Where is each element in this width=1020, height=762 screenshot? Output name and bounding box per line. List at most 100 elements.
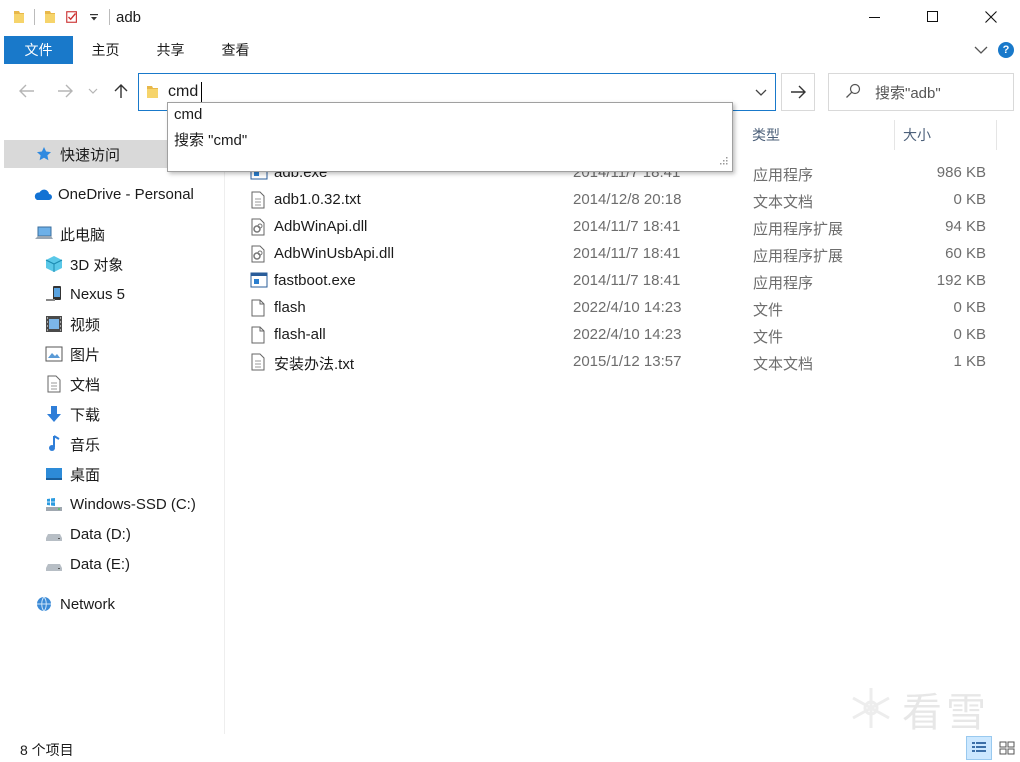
nav-item-onedrive[interactable]: OneDrive - Personal — [32, 180, 194, 208]
nav-item-pictures[interactable]: 图片 — [44, 340, 100, 368]
quick-access-toolbar — [0, 9, 110, 25]
up-button[interactable] — [110, 80, 132, 102]
folder-icon — [12, 9, 26, 25]
file-row[interactable]: fastboot.exe 2014/11/7 18:41 应用程序 192 KB — [242, 268, 1002, 295]
minimize-button[interactable] — [846, 0, 904, 34]
customize-dropdown-icon[interactable] — [87, 9, 101, 25]
nav-item-network[interactable]: Network — [34, 590, 115, 618]
large-icons-view-button[interactable] — [994, 736, 1020, 760]
item-count: 8 个项目 — [20, 742, 74, 758]
nav-label: 文档 — [70, 376, 101, 394]
nav-label: Network — [60, 595, 116, 613]
title-bar: adb — [0, 0, 1020, 34]
tab-home[interactable]: 主页 — [73, 36, 138, 64]
column-header-size[interactable]: 大小 — [903, 120, 931, 150]
file-row[interactable]: adb1.0.32.txt 2014/12/8 20:18 文本文档 0 KB — [242, 187, 1002, 214]
column-separator[interactable] — [894, 120, 895, 150]
go-button[interactable] — [781, 73, 815, 111]
properties-icon[interactable] — [65, 9, 79, 25]
cloud-icon — [32, 185, 52, 203]
column-separator[interactable] — [996, 120, 997, 150]
download-arrow-icon — [44, 405, 64, 423]
network-icon — [34, 595, 54, 613]
film-icon — [44, 315, 64, 333]
tab-file[interactable]: 文件 — [4, 36, 73, 64]
file-row[interactable]: flash-all 2022/4/10 14:23 文件 0 KB — [242, 322, 1002, 349]
file-row[interactable]: 安装办法.txt 2015/1/12 13:57 文本文档 1 KB — [242, 349, 1002, 376]
help-icon[interactable]: ? — [998, 42, 1014, 58]
txt-icon — [250, 191, 266, 210]
search-box[interactable]: 搜索"adb" — [828, 73, 1014, 111]
window-title: adb — [116, 8, 142, 26]
address-history-dropdown-icon[interactable] — [755, 84, 767, 100]
pane-divider — [224, 114, 225, 734]
column-header-type[interactable]: 类型 — [752, 120, 780, 150]
expand-ribbon-icon[interactable] — [974, 42, 988, 58]
file-row[interactable]: AdbWinUsbApi.dll 2014/11/7 18:41 应用程序扩展 … — [242, 241, 1002, 268]
watermark-text: 看雪 — [902, 690, 990, 736]
nav-item-desktop[interactable]: 桌面 — [44, 460, 100, 488]
nav-label: Data (E:) — [70, 555, 131, 573]
folder-icon[interactable] — [43, 9, 57, 25]
file-row[interactable]: AdbWinApi.dll 2014/11/7 18:41 应用程序扩展 94 … — [242, 214, 1002, 241]
maximize-button[interactable] — [904, 0, 962, 34]
suggestion-item[interactable]: cmd — [174, 106, 202, 123]
nav-label: OneDrive - Personal — [58, 185, 194, 203]
nav-label: 快速访问 — [60, 146, 121, 164]
snowflake-icon — [848, 685, 894, 734]
details-view-button[interactable] — [966, 736, 992, 760]
nav-item-documents[interactable]: 文档 — [44, 370, 100, 398]
nav-item-downloads[interactable]: 下载 — [44, 400, 100, 428]
drive-icon — [44, 555, 64, 573]
ribbon-tabs: 文件 主页 共享 查看 ? — [0, 36, 1020, 64]
toolbar-separator — [109, 9, 110, 25]
nav-item-music[interactable]: 音乐 — [44, 430, 100, 458]
tab-share[interactable]: 共享 — [138, 36, 203, 64]
nav-item-nexus-5[interactable]: Nexus 5 — [44, 280, 125, 308]
file-row[interactable]: flash 2022/4/10 14:23 文件 0 KB — [242, 295, 1002, 322]
nav-label: Windows-SSD (C:) — [70, 495, 196, 513]
nav-item-drive-e[interactable]: Data (E:) — [44, 550, 130, 578]
desktop-icon — [44, 465, 64, 483]
picture-icon — [44, 345, 64, 363]
nav-item-drive-d[interactable]: Data (D:) — [44, 520, 131, 548]
close-button[interactable] — [962, 0, 1020, 34]
nav-label: 3D 对象 — [70, 256, 124, 274]
nav-item-quick-access[interactable]: 快速访问 — [4, 140, 167, 168]
forward-button[interactable] — [54, 80, 76, 102]
nav-item-drive-c[interactable]: Windows-SSD (C:) — [44, 490, 196, 518]
back-button[interactable] — [16, 80, 38, 102]
status-bar: 8 个项目 — [0, 734, 1020, 762]
nav-label: 桌面 — [70, 466, 101, 484]
toolbar-separator — [34, 9, 35, 25]
recent-locations-dropdown[interactable] — [86, 80, 100, 102]
txt-icon — [250, 353, 266, 372]
windows-drive-icon — [44, 495, 64, 513]
folder-icon — [146, 84, 160, 103]
nav-label: 下载 — [70, 406, 101, 424]
search-icon — [845, 83, 861, 102]
phone-icon — [44, 285, 64, 303]
search-placeholder: 搜索"adb" — [875, 84, 941, 102]
music-note-icon — [44, 435, 64, 453]
nav-item-videos[interactable]: 视频 — [44, 310, 100, 338]
file-icon — [250, 299, 266, 318]
nav-item-3d-objects[interactable]: 3D 对象 — [44, 250, 123, 278]
resize-grip-icon[interactable] — [718, 152, 728, 168]
address-input[interactable]: cmd — [168, 83, 198, 101]
address-suggestions-popup: cmd 搜索 "cmd" — [167, 102, 733, 172]
file-icon — [250, 326, 266, 345]
cube-icon — [44, 255, 64, 273]
star-icon — [34, 145, 54, 163]
suggestion-item[interactable]: 搜索 "cmd" — [174, 129, 247, 150]
dll-icon — [250, 245, 266, 264]
navigation-pane: 快速访问 OneDrive - Personal 此电脑 3D 对象 Nexus… — [0, 132, 224, 732]
watermark: 看雪 — [848, 680, 990, 738]
text-caret — [201, 82, 202, 102]
computer-icon — [34, 225, 54, 243]
exe-icon — [250, 272, 268, 291]
dll-icon — [250, 218, 266, 237]
nav-item-this-pc[interactable]: 此电脑 — [34, 220, 105, 248]
tab-view[interactable]: 查看 — [203, 36, 268, 64]
nav-label: 音乐 — [70, 436, 101, 454]
